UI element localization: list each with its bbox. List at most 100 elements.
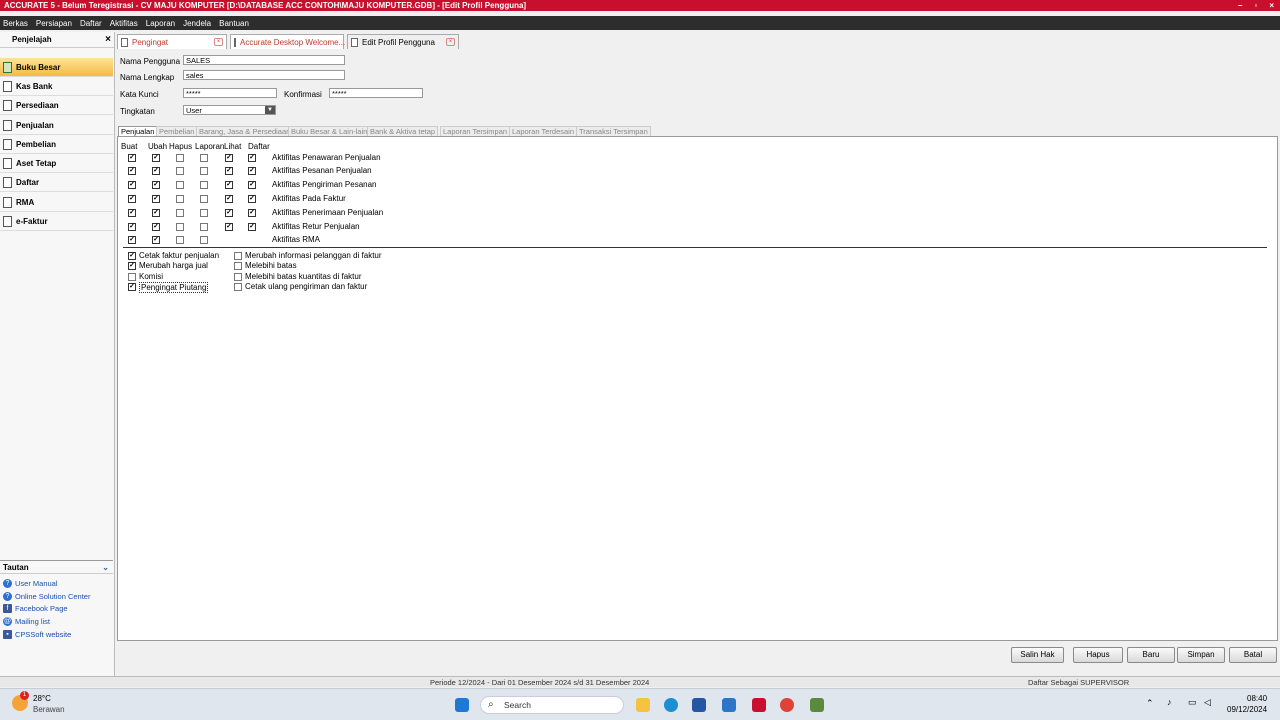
option-label[interactable]: Merubah harga jual	[139, 261, 208, 270]
option-label[interactable]: Melebihi batas	[245, 261, 297, 270]
tab-edit-profil-pengguna[interactable]: Edit Profil Pengguna ×	[347, 34, 459, 49]
restore-icon[interactable]: ▫	[1254, 0, 1257, 11]
sidebar-item-buku-besar[interactable]: Buku Besar	[0, 58, 113, 77]
permission-checkbox[interactable]: ✓	[128, 209, 136, 217]
baru-button[interactable]: Baru	[1127, 647, 1175, 663]
subtab-laporan-tersimpan[interactable]: Laporan Tersimpan	[440, 126, 511, 136]
clock-time[interactable]: 08:40	[1247, 694, 1267, 703]
sidebar-item-persediaan[interactable]: Persediaan	[0, 96, 113, 115]
permission-checkbox[interactable]: ✓	[152, 154, 160, 162]
permission-checkbox[interactable]: ✓	[152, 195, 160, 203]
permission-checkbox[interactable]: ✓	[152, 209, 160, 217]
permission-checkbox[interactable]: ✓	[248, 154, 256, 162]
menu-persiapan[interactable]: Persiapan	[36, 19, 72, 28]
permission-checkbox[interactable]: ✓	[248, 195, 256, 203]
accurate-app-icon[interactable]	[752, 698, 766, 712]
option-checkbox[interactable]: ✓	[128, 252, 136, 260]
permission-checkbox[interactable]	[200, 195, 208, 203]
permission-checkbox[interactable]	[200, 223, 208, 231]
network-icon[interactable]: ▭	[1188, 697, 1197, 708]
kata-kunci-input[interactable]: *****	[183, 88, 277, 98]
subtab-transaksi-tersimpan[interactable]: Transaksi Tersimpan	[576, 126, 651, 136]
permission-checkbox[interactable]	[176, 223, 184, 231]
option-checkbox[interactable]: ✓	[128, 283, 136, 291]
menu-laporan[interactable]: Laporan	[146, 19, 175, 28]
permission-checkbox[interactable]: ✓	[248, 167, 256, 175]
permission-checkbox[interactable]	[176, 236, 184, 244]
permission-checkbox[interactable]: ✓	[128, 236, 136, 244]
nama-pengguna-input[interactable]: SALES	[183, 55, 345, 65]
tab-pengingat[interactable]: Pengingat ×	[117, 34, 227, 49]
menu-berkas[interactable]: Berkas	[3, 19, 28, 28]
permission-checkbox[interactable]	[176, 209, 184, 217]
option-checkbox[interactable]	[234, 262, 242, 270]
sidebar-item-aset-tetap[interactable]: Aset Tetap	[0, 154, 113, 173]
permission-checkbox[interactable]: ✓	[128, 154, 136, 162]
sidebar-item-penjualan[interactable]: Penjualan	[0, 116, 113, 135]
salin-hak-button[interactable]: Salin Hak	[1011, 647, 1064, 663]
permission-checkbox[interactable]: ✓	[248, 209, 256, 217]
konfirmasi-input[interactable]: *****	[329, 88, 423, 98]
permission-checkbox[interactable]	[176, 167, 184, 175]
option-checkbox[interactable]: ✓	[128, 262, 136, 270]
tab-close-icon[interactable]: ×	[214, 38, 223, 46]
permission-checkbox[interactable]: ✓	[128, 223, 136, 231]
option-checkbox[interactable]	[234, 252, 242, 260]
option-checkbox[interactable]	[234, 273, 242, 281]
minimize-icon[interactable]: –	[1238, 0, 1242, 11]
option-label[interactable]: Pengingat Piutang	[139, 282, 209, 293]
permission-checkbox[interactable]	[200, 181, 208, 189]
app-icon[interactable]	[810, 698, 824, 712]
menu-daftar[interactable]: Daftar	[80, 19, 102, 28]
option-label[interactable]: Cetak faktur penjualan	[139, 251, 219, 260]
subtab-buku-besar[interactable]: Buku Besar & Lain-lain	[288, 126, 371, 136]
file-explorer-icon[interactable]	[636, 698, 650, 712]
batal-button[interactable]: Batal	[1229, 647, 1277, 663]
permission-checkbox[interactable]: ✓	[225, 209, 233, 217]
subtab-penjualan[interactable]: Penjualan	[118, 126, 158, 136]
permission-checkbox[interactable]: ✓	[248, 223, 256, 231]
taskbar-search[interactable]: ⌕ Search	[480, 696, 624, 714]
chevron-up-icon[interactable]: ⌃	[1146, 698, 1154, 709]
store-icon[interactable]	[692, 698, 706, 712]
subtab-barang-jasa[interactable]: Barang, Jasa & Persediaan	[196, 126, 294, 136]
link-mailing-list[interactable]: @ Mailing list	[3, 617, 50, 626]
link-facebook-page[interactable]: f Facebook Page	[3, 604, 68, 613]
sidebar-close-icon[interactable]: ×	[105, 32, 111, 48]
option-label[interactable]: Cetak ulang pengiriman dan faktur	[245, 282, 367, 291]
option-checkbox[interactable]	[128, 273, 136, 281]
chrome-icon[interactable]	[780, 698, 794, 712]
microphone-icon[interactable]: ♪	[1167, 697, 1172, 707]
permission-checkbox[interactable]	[176, 195, 184, 203]
chevron-down-icon[interactable]: ⌄	[102, 561, 109, 574]
permission-checkbox[interactable]: ✓	[128, 195, 136, 203]
option-label[interactable]: Merubah informasi pelanggan di faktur	[245, 251, 382, 260]
tingkatan-select[interactable]: User ▼	[183, 105, 276, 115]
sidebar-item-e-faktur[interactable]: e-Faktur	[0, 212, 113, 231]
permission-checkbox[interactable]: ✓	[225, 181, 233, 189]
permission-checkbox[interactable]: ✓	[225, 195, 233, 203]
nama-lengkap-input[interactable]: sales	[183, 70, 345, 80]
link-cpssoft-website[interactable]: ▪ CPSSoft website	[3, 630, 71, 639]
sidebar-item-rma[interactable]: RMA	[0, 193, 113, 212]
permission-checkbox[interactable]: ✓	[152, 167, 160, 175]
menu-aktifitas[interactable]: Aktifitas	[110, 19, 138, 28]
subtab-laporan-terdesain[interactable]: Laporan Terdesain	[509, 126, 577, 136]
permission-checkbox[interactable]	[176, 181, 184, 189]
permission-checkbox[interactable]: ✓	[248, 181, 256, 189]
permission-checkbox[interactable]: ✓	[225, 223, 233, 231]
edge-icon[interactable]	[664, 698, 678, 712]
option-label[interactable]: Komisi	[139, 272, 163, 281]
sidebar-item-daftar[interactable]: Daftar	[0, 173, 113, 192]
option-label[interactable]: Melebihi batas kuantitas di faktur	[245, 272, 362, 281]
tab-close-icon[interactable]: ×	[446, 38, 455, 46]
hapus-button[interactable]: Hapus	[1073, 647, 1123, 663]
permission-checkbox[interactable]	[200, 209, 208, 217]
permission-checkbox[interactable]: ✓	[128, 181, 136, 189]
tautan-header[interactable]: Tautan ⌄	[0, 560, 113, 574]
permission-checkbox[interactable]: ✓	[225, 154, 233, 162]
simpan-button[interactable]: Simpan	[1177, 647, 1225, 663]
sidebar-item-pembelian[interactable]: Pembelian	[0, 135, 113, 154]
link-user-manual[interactable]: ? User Manual	[3, 579, 58, 588]
permission-checkbox[interactable]	[200, 236, 208, 244]
